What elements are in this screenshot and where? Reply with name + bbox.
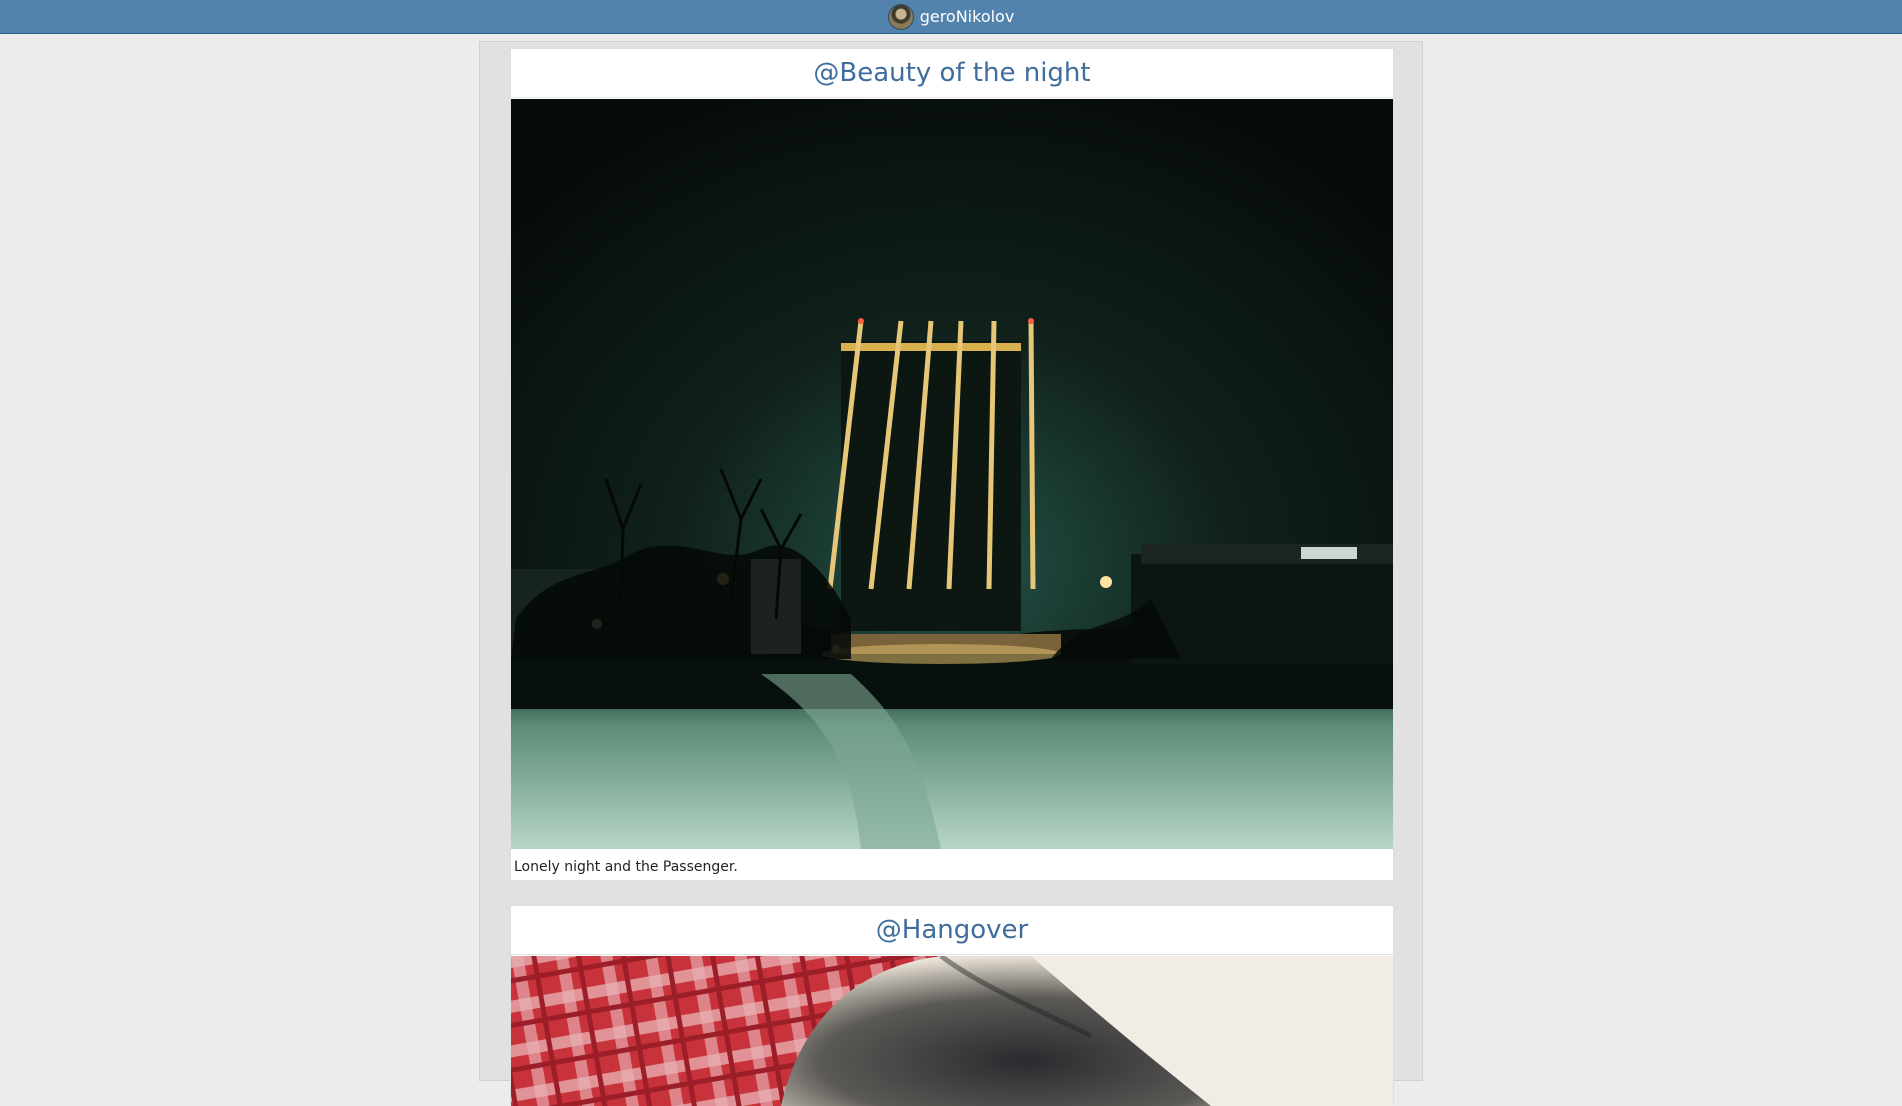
top-navigation-bar: geroNikolov (0, 0, 1902, 34)
post-title-link[interactable]: @Beauty of the night (511, 49, 1393, 98)
post-card: @Beauty of the night Lonely night and th… (510, 48, 1394, 881)
user-avatar-icon[interactable] (887, 3, 914, 30)
cat-on-blanket-photo[interactable] (511, 956, 1393, 1106)
post-card: @Hangover (510, 905, 1394, 1106)
username-label[interactable]: geroNikolov (920, 8, 1015, 25)
post-caption: Lonely night and the Passenger. (514, 859, 738, 875)
night-building-photo[interactable] (511, 99, 1393, 849)
photo-feed[interactable]: @Beauty of the night Lonely night and th… (479, 41, 1423, 1106)
user-profile-link[interactable]: geroNikolov (887, 3, 1015, 30)
post-title-link[interactable]: @Hangover (511, 906, 1393, 955)
